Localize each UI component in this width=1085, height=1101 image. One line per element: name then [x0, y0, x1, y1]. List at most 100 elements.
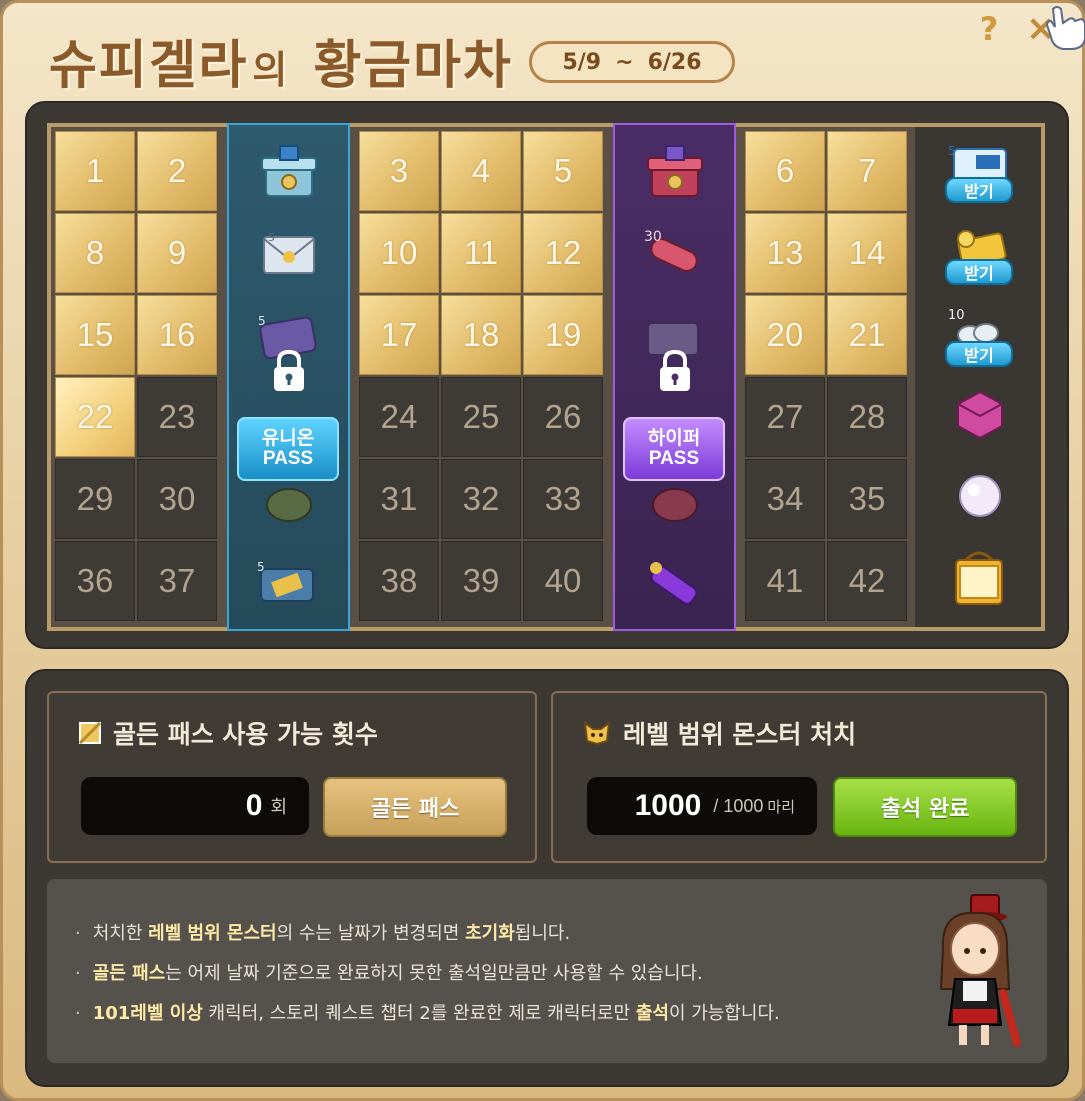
calendar-day-19: 19 — [523, 295, 603, 375]
calendar-day-13: 13 — [745, 213, 825, 293]
calendar-day-30: 30 — [137, 459, 217, 539]
firecracker-icon — [635, 549, 711, 619]
magic-orb-icon — [941, 459, 1017, 529]
calendar-day-24: 24 — [359, 377, 439, 457]
notice-1d: 초기화 — [465, 923, 515, 944]
calendar-day-29: 29 — [55, 459, 135, 539]
monster-kill-unit: 마리 — [767, 798, 795, 816]
title-particle: 의 — [252, 48, 290, 92]
calendar-day-28: 28 — [827, 377, 907, 457]
golden-pass-unit: 회 — [270, 797, 287, 817]
calendar-day-25: 25 — [441, 377, 521, 457]
calendar-day-32: 32 — [441, 459, 521, 539]
svg-text:10: 10 — [948, 308, 965, 323]
calendar-day-27: 27 — [745, 377, 825, 457]
calendar-day-31: 31 — [359, 459, 439, 539]
calendar-day-38: 38 — [359, 541, 439, 621]
monster-kill-title: 레벨 범위 몬스터 처치 — [583, 715, 856, 751]
calendar-day-41: 41 — [745, 541, 825, 621]
receive-button-week3[interactable]: 받기 — [945, 341, 1013, 367]
monster-kill-current: 1000 — [634, 789, 702, 822]
hyper-pass-column: 30 하이퍼 PASS — [613, 123, 736, 631]
golden-pass-button[interactable]: 골든 패스 — [323, 777, 507, 837]
window-title: 슈피겔라 의 황금마차 — [49, 23, 513, 98]
union-pass-label-1: 유니온 — [261, 427, 315, 450]
spiegelmann-character-icon — [939, 894, 1021, 1047]
golden-pass-title: 골든 패스 사용 가능 횟수 — [79, 715, 378, 751]
date-separator: ~ — [615, 49, 634, 75]
date-start: 5/9 — [562, 49, 602, 75]
weekly-reward-column: 5 받기 받기 10 받기 — [915, 127, 1041, 627]
notice-2b: 는 어제 날짜 기준으로 완료하지 못한 출석일만큼만 사용할 수 있습니다. — [165, 963, 703, 984]
notice-1b: 레벨 범위 몬스터 — [148, 923, 277, 944]
notice-3b: 캐릭터, 스토리 퀘스트 챕터 2를 완료한 제로 캐릭터로만 — [202, 1003, 636, 1024]
calendar-day-20: 20 — [745, 295, 825, 375]
event-date-range: 5/9 ~ 6/26 — [529, 41, 735, 83]
union-lock-icon — [274, 349, 304, 391]
notice-2a: 골든 패스 — [92, 963, 166, 984]
slot-envelope-icon: 5 — [251, 219, 327, 289]
union-pass-column: 5 5 유니온 PASS 5 — [227, 123, 350, 631]
calendar-day-35: 35 — [827, 459, 907, 539]
hyper-pass-badge[interactable]: 하이퍼 PASS — [623, 417, 725, 481]
notice-3d: 이 가능합니다. — [668, 1003, 780, 1024]
gift-box-icon — [251, 137, 327, 207]
golden-pass-box: 골든 패스 사용 가능 횟수 0 회 골든 패스 — [47, 691, 537, 863]
receive-button-week1[interactable]: 받기 — [945, 177, 1013, 203]
sparkle-ticket-icon: 5 — [249, 549, 325, 619]
notice-box: · 처치한 레벨 범위 몬스터의 수는 날짜가 변경되면 초기화됩니다. · 골든 … — [47, 879, 1047, 1063]
notice-1a: 처치한 — [92, 923, 149, 944]
calendar-day-3: 3 — [359, 131, 439, 211]
calendar-day-18: 18 — [441, 295, 521, 375]
title-sub: 황금마차 — [313, 36, 513, 96]
calendar-day-12: 12 — [523, 213, 603, 293]
golden-square-icon — [79, 722, 101, 744]
receive-button-week2[interactable]: 받기 — [945, 259, 1013, 285]
calendar-day-26: 26 — [523, 377, 603, 457]
monster-kill-box: 레벨 범위 몬스터 처치 1000 / 1000 마리 출석 완료 — [551, 691, 1047, 863]
notice-3c: 출석 — [635, 1003, 669, 1024]
calendar-day-21: 21 — [827, 295, 907, 375]
calendar-day-33: 33 — [523, 459, 603, 539]
calendar-day-8: 8 — [55, 213, 135, 293]
calendar-day-4: 4 — [441, 131, 521, 211]
calendar-day-34: 34 — [745, 459, 825, 539]
calendar-day-6: 6 — [745, 131, 825, 211]
attendance-complete-button[interactable]: 출석 완료 — [833, 777, 1017, 837]
calendar-day-7: 7 — [827, 131, 907, 211]
monster-kill-counter: 1000 / 1000 마리 — [587, 777, 817, 835]
union-pass-label-2: PASS — [262, 448, 314, 469]
svg-text:5: 5 — [258, 314, 266, 328]
notice-1e: 됩니다. — [514, 923, 571, 944]
golden-carriage-window: 슈피겔라 의 황금마차 5/9 ~ 6/26 ? × 1 2 8 9 15 16 22 23 29… — [0, 0, 1085, 1101]
calendar-day-10: 10 — [359, 213, 439, 293]
potion-tube-icon: 30 — [635, 219, 711, 289]
calendar-day-42: 42 — [827, 541, 907, 621]
pink-box-icon — [941, 377, 1017, 447]
notice-3a: 101레벨 이상 — [92, 1003, 203, 1024]
calendar-day-14: 14 — [827, 213, 907, 293]
calendar-day-5: 5 — [523, 131, 603, 211]
svg-text:5: 5 — [948, 144, 956, 158]
monster-kill-title-text: 레벨 범위 몬스터 처치 — [623, 720, 857, 749]
notice-1c: 의 수는 날짜가 변경되면 — [276, 923, 466, 944]
calendar-day-23: 23 — [137, 377, 217, 457]
calendar-day-36: 36 — [55, 541, 135, 621]
calendar-day-16: 16 — [137, 295, 217, 375]
hyper-lock-icon — [660, 349, 690, 391]
union-pass-badge[interactable]: 유니온 PASS — [237, 417, 339, 481]
golden-pass-count: 0 — [245, 789, 263, 822]
svg-text:5: 5 — [268, 231, 275, 244]
hyper-pass-label-1: 하이퍼 — [647, 427, 701, 450]
hand-cursor-icon — [1045, 6, 1085, 50]
notice-line-3: · 101레벨 이상 캐릭터, 스토리 퀘스트 챕터 2를 완료한 제로 캐릭터로… — [75, 1003, 780, 1024]
calendar-day-39: 39 — [441, 541, 521, 621]
calendar-day-2: 2 — [137, 131, 217, 211]
svg-text:5: 5 — [257, 560, 265, 574]
title-main: 슈피겔라 — [49, 36, 249, 96]
calendar-day-1: 1 — [55, 131, 135, 211]
calendar-day-22: 22 — [55, 377, 135, 457]
help-button[interactable]: ? — [971, 11, 1007, 47]
red-gift-box-icon — [637, 137, 713, 207]
notice-line-1: · 처치한 레벨 범위 몬스터의 수는 날짜가 변경되면 초기화됩니다. — [75, 923, 571, 944]
